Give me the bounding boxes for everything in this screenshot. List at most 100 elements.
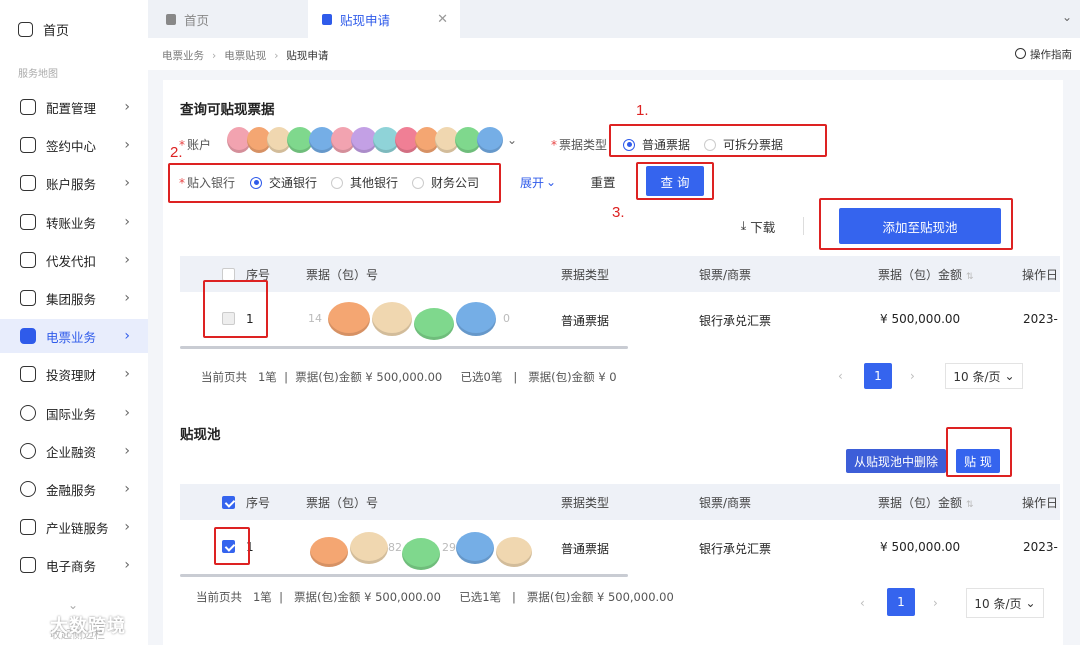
sidebar-item-account[interactable]: 账户服务 ›	[0, 166, 148, 200]
sidebar-item-ecommerce[interactable]: 电子商务 ›	[0, 548, 148, 582]
header-seq: 序号	[246, 495, 271, 510]
chevron-right-icon: ›	[124, 137, 130, 153]
expand-label: 展开	[520, 175, 545, 190]
pager-next-icon[interactable]: ›	[910, 369, 915, 383]
pool-table-header: 序号 票据（包）号 票据类型 银票/商票 票据（包）金额 ⇅ 操作日	[180, 484, 1060, 520]
header-bill-type: 票据类型	[561, 267, 610, 282]
sidebar-item-config[interactable]: 配置管理 ›	[0, 90, 148, 124]
breadcrumb: 电票业务 › 电票贴现 › 贴现申请	[162, 50, 329, 62]
cell-amount: ¥ 500,000.00	[880, 312, 961, 326]
page-size-value: 10 条/页	[974, 596, 1022, 611]
sidebar-item-group[interactable]: 集团服务 ›	[0, 281, 148, 315]
sidebar-home-label: 首页	[43, 24, 70, 39]
chevron-right-icon: ›	[124, 557, 130, 573]
cell-bill-type: 普通票据	[561, 314, 610, 328]
horizontal-scrollbar[interactable]	[180, 346, 628, 349]
sidebar-item-sign[interactable]: 签约中心 ›	[0, 128, 148, 162]
user-icon	[20, 175, 36, 191]
header-amount[interactable]: 票据（包）金额 ⇅	[878, 266, 974, 283]
close-icon[interactable]: ✕	[437, 12, 448, 27]
pager-prev-icon[interactable]: ‹	[860, 596, 865, 610]
header-ops: 操作日	[1022, 267, 1059, 282]
chevron-down-icon: ⌄	[507, 133, 518, 147]
sidebar-item-transfer[interactable]: 转账业务 ›	[0, 205, 148, 239]
page-size-select[interactable]: 10 条/页 ⌄	[966, 588, 1044, 618]
tab-discount-apply[interactable]: 贴现申请 ✕	[308, 0, 460, 38]
pager-next-icon[interactable]: ›	[933, 596, 938, 610]
expand-button[interactable]: 展开 ⌄	[520, 172, 556, 192]
header-bill-no: 票据（包）号	[306, 267, 379, 282]
breadcrumb-item[interactable]: 电票业务	[162, 50, 204, 62]
cell-bill-no-tail: 0	[503, 312, 510, 325]
remove-from-pool-button[interactable]: 从贴现池中删除	[846, 449, 946, 473]
horizontal-scrollbar[interactable]	[180, 574, 628, 577]
sidebar-item-label: 投资理财	[46, 367, 97, 383]
group-icon	[20, 290, 36, 306]
sidebar-item-label: 国际业务	[46, 406, 97, 422]
annotation-box-row-check	[203, 280, 268, 338]
table-row[interactable]: 1 14 0 普通票据 银行承兑汇票 ¥ 500,000.00 2023-	[180, 292, 1060, 344]
chain-icon	[20, 519, 36, 535]
breadcrumb-current: 贴现申请	[286, 50, 329, 62]
guide-link[interactable]: 操作指南	[1015, 47, 1072, 62]
finance-icon	[20, 443, 36, 459]
divider	[803, 217, 804, 235]
sidebar-item-label: 转账业务	[46, 215, 97, 231]
sidebar-item-ebill[interactable]: 电票业务 ›	[0, 319, 148, 353]
sidebar-item-invest[interactable]: 投资理财 ›	[0, 357, 148, 391]
reset-button[interactable]: 重置	[584, 170, 622, 192]
annotation-label-3: 3.	[612, 204, 625, 221]
sidebar-item-intl[interactable]: 国际业务 ›	[0, 396, 148, 430]
sidebar-section-title: 服务地图	[18, 69, 58, 80]
sidebar-item-label: 产业链服务	[46, 520, 109, 536]
annotation-label-2: 2.	[170, 144, 183, 161]
bill-type-label: * 票据类型	[551, 138, 608, 152]
download-button[interactable]: ⤓ 下载	[733, 216, 783, 236]
masked-bill-number	[328, 298, 496, 340]
guide-icon	[1015, 48, 1026, 59]
chevron-right-icon: ›	[124, 252, 130, 268]
chevron-right-icon: ›	[124, 519, 130, 535]
breadcrumb-item[interactable]: 电票贴现	[224, 50, 266, 62]
tab-home[interactable]: 首页	[166, 0, 209, 38]
sidebar-home[interactable]: 首页	[18, 20, 69, 39]
pager-page-1[interactable]: 1	[887, 588, 915, 616]
chevron-down-icon: ⌄	[546, 175, 557, 189]
annotation-box-add	[819, 198, 1013, 250]
breadcrumb-bar: 电票业务 › 电票贴现 › 贴现申请 操作指南	[148, 38, 1080, 70]
settings-icon	[20, 99, 36, 115]
chevron-down-icon: ⌄	[1025, 596, 1036, 610]
sort-icon: ⇅	[966, 499, 974, 510]
account-label: * 账户	[179, 138, 212, 152]
pager-prev-icon[interactable]: ‹	[838, 369, 843, 383]
sidebar-item-payout[interactable]: 代发代扣 ›	[0, 243, 148, 277]
select-all-checkbox[interactable]	[222, 267, 235, 281]
pool-section-title: 贴现池	[180, 427, 221, 443]
sidebar-item-chain[interactable]: 产业链服务 ›	[0, 510, 148, 544]
cell-bank-bill: 银行承兑汇票	[699, 314, 772, 328]
sidebar: 首页 服务地图 配置管理 › 签约中心 › 账户服务 › 转账业务 › 代发代扣 › 集团…	[0, 0, 148, 645]
table-row[interactable]: 1 82 29 8 普通票据 银行承兑汇票 ¥ 500,000.00 2023-	[180, 520, 1060, 572]
masked-bill-number	[310, 526, 532, 570]
cell-date: 2023-	[1023, 540, 1058, 554]
sidebar-item-finance-service[interactable]: 金融服务 ›	[0, 472, 148, 506]
chevron-right-icon: ›	[124, 328, 130, 344]
chevron-right-icon: ›	[124, 366, 130, 382]
chevron-right-icon: ›	[124, 481, 130, 497]
home-icon	[166, 13, 176, 25]
chevron-right-icon: ›	[124, 214, 130, 230]
chevron-down-icon[interactable]: ⌄	[68, 598, 78, 612]
pool-select-all-checkbox[interactable]	[222, 495, 235, 509]
account-select[interactable]: ⌄	[227, 127, 517, 153]
sidebar-item-financing[interactable]: 企业融资 ›	[0, 434, 148, 468]
header-amount[interactable]: 票据（包）金额 ⇅	[878, 494, 974, 511]
pager-page-1[interactable]: 1	[864, 363, 892, 389]
chevron-down-icon[interactable]: ⌄	[1062, 10, 1072, 24]
home-icon	[18, 22, 33, 37]
page-size-select[interactable]: 10 条/页 ⌄	[945, 363, 1023, 389]
page-size-value: 10 条/页	[953, 369, 1001, 384]
chevron-right-icon: ›	[124, 405, 130, 421]
guide-label: 操作指南	[1030, 49, 1072, 61]
sidebar-item-label: 签约中心	[46, 138, 97, 154]
sidebar-item-label: 电子商务	[46, 558, 97, 574]
